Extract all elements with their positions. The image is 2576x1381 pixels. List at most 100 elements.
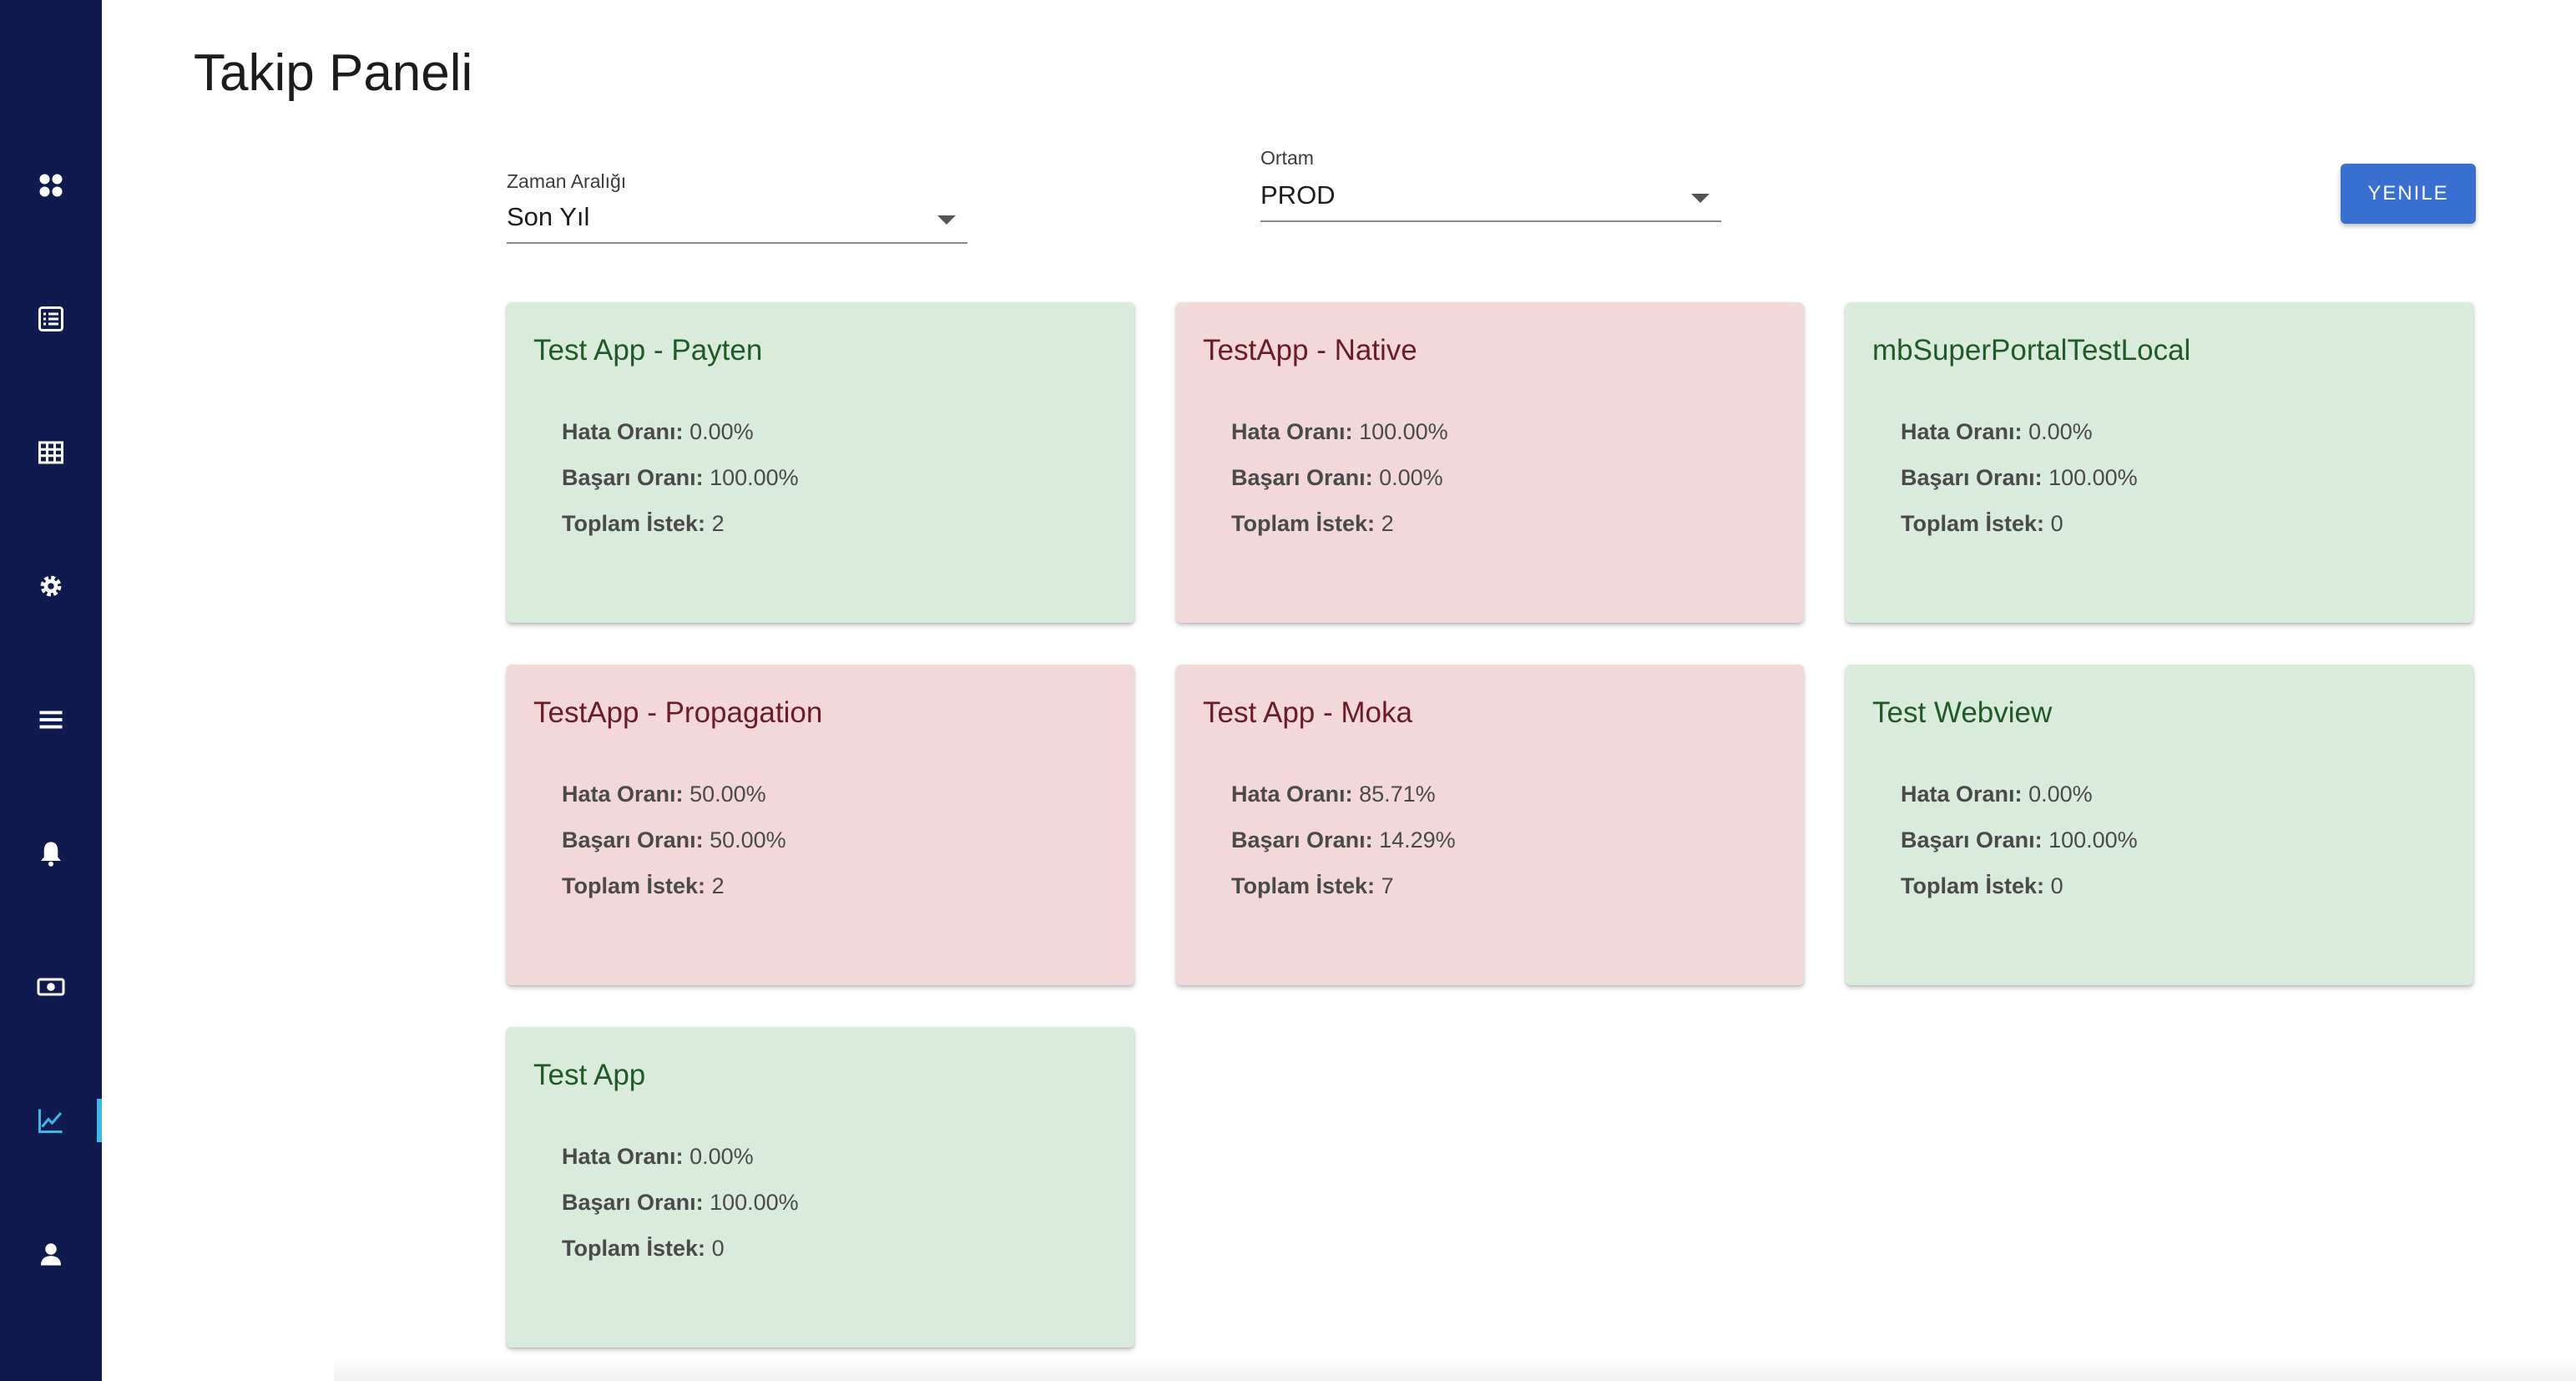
- total-requests-value: 7: [1381, 873, 1394, 898]
- success-rate-label: Başarı Oranı:: [562, 465, 704, 490]
- time-range-label: Zaman Aralığı: [507, 170, 627, 192]
- error-rate-value: 85.71%: [1359, 782, 1436, 807]
- success-rate-value: 100.00%: [2048, 827, 2138, 852]
- error-rate-label: Hata Oranı:: [1231, 782, 1353, 807]
- error-rate-label: Hata Oranı:: [562, 419, 684, 444]
- total-requests-value: 0: [711, 1236, 725, 1261]
- refresh-button[interactable]: YENILE: [2341, 164, 2476, 224]
- total-requests-value: 2: [711, 511, 725, 536]
- time-range-value: Son Yıl: [507, 202, 590, 231]
- success-rate-label: Başarı Oranı:: [1901, 465, 2043, 490]
- page-title: Takip Paneli: [194, 44, 473, 102]
- error-rate-label: Hata Oranı:: [1901, 782, 2023, 807]
- active-indicator: [97, 1099, 102, 1142]
- error-rate-row: Hata Oranı: 0.00%: [1901, 409, 2447, 455]
- total-requests-value: 2: [711, 873, 725, 898]
- sidebar-item-menu[interactable]: [0, 686, 102, 753]
- error-rate-row: Hata Oranı: 50.00%: [562, 771, 1108, 817]
- app-card-title: mbSuperPortalTestLocal: [1872, 334, 2191, 367]
- error-rate-row: Hata Oranı: 0.00%: [1901, 771, 2447, 817]
- success-rate-label: Başarı Oranı:: [1901, 827, 2043, 852]
- gear-icon: [40, 575, 62, 597]
- time-range-select[interactable]: Zaman Aralığı Son Yıl: [507, 159, 967, 244]
- total-requests-row: Toplam İstek: 7: [1231, 863, 1777, 909]
- error-rate-label: Hata Oranı:: [1901, 419, 2023, 444]
- error-rate-value: 100.00%: [1359, 419, 1448, 444]
- table-icon: [38, 441, 63, 464]
- chevron-down-icon: [1691, 194, 1710, 203]
- error-rate-row: Hata Oranı: 85.71%: [1231, 771, 1777, 817]
- list-icon: [38, 306, 63, 331]
- total-requests-value: 2: [1381, 511, 1394, 536]
- success-rate-row: Başarı Oranı: 100.00%: [562, 455, 1108, 501]
- error-rate-value: 0.00%: [2028, 782, 2093, 807]
- app-card[interactable]: TestApp - Native Hata Oranı: 100.00% Baş…: [1176, 302, 1804, 623]
- total-requests-row: Toplam İstek: 2: [562, 501, 1108, 547]
- success-rate-row: Başarı Oranı: 50.00%: [562, 817, 1108, 863]
- total-requests-label: Toplam İstek:: [562, 873, 706, 898]
- error-rate-value: 0.00%: [689, 1144, 754, 1169]
- money-icon: [37, 978, 65, 996]
- app-card[interactable]: mbSuperPortalTestLocal Hata Oranı: 0.00%…: [1846, 302, 2473, 623]
- error-rate-label: Hata Oranı:: [562, 782, 684, 807]
- error-rate-row: Hata Oranı: 0.00%: [562, 1134, 1108, 1180]
- sidebar-item-list[interactable]: [0, 286, 102, 352]
- chevron-down-icon: [937, 215, 956, 225]
- sidebar-item-profile[interactable]: [0, 1221, 102, 1287]
- success-rate-value: 50.00%: [710, 827, 786, 852]
- error-rate-label: Hata Oranı:: [562, 1144, 684, 1169]
- chart-icon: [38, 1109, 63, 1133]
- success-rate-label: Başarı Oranı:: [562, 827, 704, 852]
- app-card[interactable]: Test App - Payten Hata Oranı: 0.00% Başa…: [507, 302, 1134, 623]
- app-card-title: TestApp - Native: [1203, 334, 1417, 367]
- user-icon: [41, 1243, 61, 1266]
- sidebar: [0, 0, 102, 1381]
- success-rate-row: Başarı Oranı: 100.00%: [562, 1180, 1108, 1226]
- total-requests-label: Toplam İstek:: [562, 511, 706, 536]
- app-card-title: TestApp - Propagation: [533, 696, 823, 729]
- total-requests-label: Toplam İstek:: [1231, 511, 1376, 536]
- success-rate-value: 0.00%: [1379, 465, 1443, 490]
- total-requests-label: Toplam İstek:: [1901, 511, 2045, 536]
- app-card[interactable]: TestApp - Propagation Hata Oranı: 50.00%…: [507, 665, 1134, 985]
- error-rate-value: 0.00%: [2028, 419, 2093, 444]
- error-rate-label: Hata Oranı:: [1231, 419, 1353, 444]
- environment-label: Ortam: [1260, 147, 1314, 169]
- error-rate-value: 0.00%: [689, 419, 754, 444]
- error-rate-value: 50.00%: [689, 782, 766, 807]
- sidebar-item-dashboard[interactable]: [0, 152, 102, 219]
- app-card[interactable]: Test App - Moka Hata Oranı: 85.71% Başar…: [1176, 665, 1804, 985]
- success-rate-value: 100.00%: [710, 465, 799, 490]
- success-rate-label: Başarı Oranı:: [1231, 465, 1373, 490]
- sidebar-item-notifications[interactable]: [0, 820, 102, 887]
- success-rate-value: 100.00%: [2048, 465, 2138, 490]
- error-rate-row: Hata Oranı: 0.00%: [562, 409, 1108, 455]
- total-requests-row: Toplam İstek: 2: [562, 863, 1108, 909]
- success-rate-row: Başarı Oranı: 14.29%: [1231, 817, 1777, 863]
- total-requests-label: Toplam İstek:: [1231, 873, 1376, 898]
- app-card-title: Test App: [533, 1059, 646, 1091]
- app-card-grid: Test App - Payten Hata Oranı: 0.00% Başa…: [507, 302, 2477, 1348]
- app-card[interactable]: Test Webview Hata Oranı: 0.00% Başarı Or…: [1846, 665, 2473, 985]
- error-rate-row: Hata Oranı: 100.00%: [1231, 409, 1777, 455]
- success-rate-row: Başarı Oranı: 100.00%: [1901, 817, 2447, 863]
- success-rate-value: 14.29%: [1379, 827, 1456, 852]
- total-requests-row: Toplam İstek: 0: [1901, 501, 2447, 547]
- bottom-scroll-shadow: [334, 1358, 2576, 1381]
- total-requests-value: 0: [2050, 511, 2063, 536]
- success-rate-label: Başarı Oranı:: [562, 1190, 704, 1215]
- dashboard-icon: [39, 174, 63, 197]
- bell-icon: [41, 842, 61, 867]
- sidebar-item-monitoring[interactable]: [0, 1087, 102, 1154]
- total-requests-row: Toplam İstek: 0: [562, 1226, 1108, 1272]
- sidebar-item-settings[interactable]: [0, 553, 102, 620]
- sidebar-item-table[interactable]: [0, 419, 102, 486]
- app-card-title: Test App - Moka: [1203, 696, 1412, 729]
- environment-select[interactable]: Ortam PROD: [1260, 137, 1721, 222]
- success-rate-row: Başarı Oranı: 100.00%: [1901, 455, 2447, 501]
- total-requests-value: 0: [2050, 873, 2063, 898]
- environment-value: PROD: [1260, 180, 1336, 210]
- app-card[interactable]: Test App Hata Oranı: 0.00% Başarı Oranı:…: [507, 1027, 1134, 1348]
- sidebar-item-payments[interactable]: [0, 954, 102, 1020]
- total-requests-row: Toplam İstek: 0: [1901, 863, 2447, 909]
